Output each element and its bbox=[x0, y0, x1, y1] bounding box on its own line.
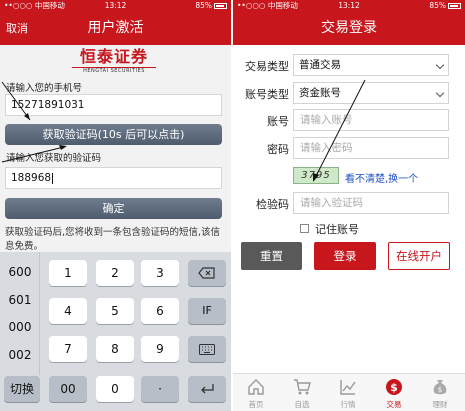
text-cursor bbox=[52, 172, 54, 184]
key-601[interactable]: 601 bbox=[2, 288, 38, 312]
switch-key[interactable]: 切换 bbox=[4, 376, 40, 402]
tab-label: 理财 bbox=[432, 400, 448, 409]
activation-screen: ••○○○ 中国移动 13:12 85% 取消 用户激活 恒泰证券 HENGTA… bbox=[0, 0, 231, 411]
bottom-tab-bar: 首页 自选 行情 $ 交易 $ 理财 bbox=[233, 373, 465, 411]
trade-login-screen: ••○○○ 中国移动 13:12 85% 交易登录 交易类型 普通交易 账号类型… bbox=[233, 0, 465, 411]
title-bar: 取消 用户激活 bbox=[0, 12, 231, 45]
key-3[interactable]: 3 bbox=[141, 260, 179, 286]
battery-percent: 85% bbox=[195, 1, 212, 10]
tab-market[interactable]: 行情 bbox=[325, 374, 371, 411]
trade-type-label: 交易类型 bbox=[245, 60, 289, 73]
key-2[interactable]: 2 bbox=[96, 260, 134, 286]
code-value: 188968 bbox=[11, 172, 52, 184]
title-bar: 交易登录 bbox=[233, 12, 465, 45]
page-title: 用户激活 bbox=[87, 20, 144, 36]
battery-percent: 85% bbox=[429, 1, 446, 10]
account-input[interactable]: 请输入账号 bbox=[293, 109, 449, 131]
tab-wealth[interactable]: $ 理财 bbox=[417, 374, 463, 411]
moneybag-icon: $ bbox=[433, 380, 447, 395]
key-7[interactable]: 7 bbox=[49, 336, 87, 362]
password-input[interactable]: 请输入密码 bbox=[293, 137, 449, 159]
logo-cn-text: 恒泰证券 bbox=[79, 47, 148, 66]
key-4[interactable]: 4 bbox=[49, 298, 87, 324]
status-bar: ••○○○ 中国移动 13:12 85% bbox=[233, 0, 465, 12]
remember-checkbox[interactable] bbox=[300, 224, 309, 233]
verify-code-input[interactable]: 请输入验证码 bbox=[293, 192, 449, 214]
tab-trade[interactable]: $ 交易 bbox=[371, 374, 417, 411]
tab-watchlist[interactable]: 自选 bbox=[279, 374, 325, 411]
captcha-image[interactable]: 3795 bbox=[293, 167, 339, 184]
keyboard-key[interactable] bbox=[188, 336, 226, 362]
account-type-select[interactable]: 资金账号 bbox=[293, 82, 449, 104]
svg-text:$: $ bbox=[390, 381, 398, 394]
numeric-keypad: 600 601 000 002 切换 1 2 3 4 5 6 IF 7 8 9 … bbox=[0, 252, 231, 411]
tab-label: 交易 bbox=[386, 400, 402, 409]
key-0[interactable]: 0 bbox=[96, 376, 134, 402]
if-key[interactable]: IF bbox=[188, 298, 226, 324]
password-label: 密码 bbox=[267, 143, 289, 156]
code-input[interactable]: 188968 bbox=[5, 167, 222, 189]
key-00[interactable]: 00 bbox=[49, 376, 87, 402]
verify-code-label: 检验码 bbox=[256, 198, 289, 211]
tab-label: 行情 bbox=[340, 400, 356, 409]
key-8[interactable]: 8 bbox=[96, 336, 134, 362]
key-5[interactable]: 5 bbox=[96, 298, 134, 324]
page-title: 交易登录 bbox=[321, 20, 377, 36]
dollar-icon: $ bbox=[386, 379, 402, 395]
keypad-divider bbox=[39, 252, 40, 375]
status-bar: ••○○○ 中国移动 13:12 85% bbox=[0, 0, 231, 12]
keyboard-icon bbox=[199, 344, 215, 355]
key-9[interactable]: 9 bbox=[141, 336, 179, 362]
open-account-button[interactable]: 在线开户 bbox=[388, 242, 450, 270]
confirm-button[interactable]: 确定 bbox=[5, 198, 222, 219]
key-600[interactable]: 600 bbox=[2, 260, 38, 284]
tab-home[interactable]: 首页 bbox=[233, 374, 279, 411]
phone-value: 15271891031 bbox=[11, 99, 85, 111]
tab-label: 首页 bbox=[248, 400, 264, 409]
cart-icon bbox=[294, 379, 311, 395]
battery-status: 85% bbox=[429, 0, 461, 12]
trade-type-select[interactable]: 普通交易 bbox=[293, 54, 449, 76]
key-dot[interactable]: · bbox=[141, 376, 179, 402]
home-icon bbox=[248, 379, 264, 395]
reset-button[interactable]: 重置 bbox=[241, 242, 302, 270]
account-type-value: 资金账号 bbox=[299, 87, 341, 99]
login-button[interactable]: 登录 bbox=[314, 242, 376, 270]
sms-hint: 获取验证码后,您将收到一条包含验证码的短信,该信息免费。 bbox=[5, 227, 221, 252]
phone-label: 请输入您的手机号 bbox=[6, 83, 83, 94]
chart-icon bbox=[340, 380, 356, 395]
backspace-icon bbox=[198, 267, 215, 279]
enter-icon bbox=[201, 384, 214, 394]
key-002[interactable]: 002 bbox=[2, 343, 38, 367]
battery-status: 85% bbox=[195, 0, 227, 12]
battery-icon bbox=[448, 3, 461, 9]
key-000[interactable]: 000 bbox=[2, 315, 38, 339]
chevron-down-icon bbox=[435, 60, 445, 70]
backspace-key[interactable] bbox=[188, 260, 226, 286]
chevron-down-icon bbox=[435, 88, 445, 98]
remember-label: 记住账号 bbox=[315, 223, 359, 236]
battery-icon bbox=[214, 3, 227, 9]
hengtai-logo: 恒泰证券 HENGTAI SECURITIES bbox=[70, 47, 158, 77]
get-code-button[interactable]: 获取验证码(10s 后可以点击) bbox=[5, 124, 222, 145]
account-label: 账号 bbox=[267, 115, 289, 128]
code-label: 请输入您获取的验证码 bbox=[6, 153, 102, 164]
svg-text:$: $ bbox=[438, 386, 442, 394]
key-6[interactable]: 6 bbox=[141, 298, 179, 324]
trade-type-value: 普通交易 bbox=[299, 59, 341, 71]
logo-en-text: HENGTAI SECURITIES bbox=[83, 68, 145, 74]
key-1[interactable]: 1 bbox=[49, 260, 87, 286]
phone-input[interactable]: 15271891031 bbox=[5, 94, 222, 116]
captcha-refresh-link[interactable]: 看不清楚,换一个 bbox=[345, 170, 418, 185]
tab-label: 自选 bbox=[294, 400, 310, 409]
enter-key[interactable] bbox=[188, 376, 226, 402]
account-type-label: 账号类型 bbox=[245, 88, 289, 101]
